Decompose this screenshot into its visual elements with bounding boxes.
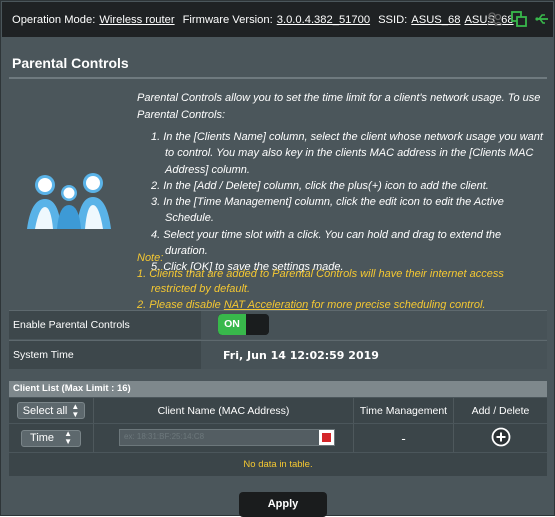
client-dropdown-button[interactable] xyxy=(319,430,334,445)
col-time-management: Time Management xyxy=(354,398,454,423)
col-add-delete: Add / Delete xyxy=(471,404,530,417)
step-1: 1. In the [Clients Name] column, select … xyxy=(151,131,543,176)
note-2-suffix: for more precise scheduling control. xyxy=(308,298,486,311)
client-list-header: Client List (Max Limit : 16) xyxy=(9,381,547,397)
system-time-row: System Time Fri, Jun 14 12:02:59 2019 xyxy=(9,340,547,369)
client-name-placeholder: ex: 18:31:BF:25:14:C8 xyxy=(124,432,205,441)
no-data-row: No data in table. xyxy=(9,453,547,476)
enable-parental-toggle[interactable]: ON xyxy=(218,314,269,335)
router-admin-panel: Operation Mode: Wireless router Firmware… xyxy=(0,0,555,517)
toggle-on-label: ON xyxy=(218,314,246,335)
step-3: 3. In the [Time Management] column, clic… xyxy=(151,196,504,225)
system-time-label: System Time xyxy=(9,341,201,369)
page-title: Parental Controls xyxy=(12,55,129,71)
client-entry-row: Time ▲ ▼ ex: 18:31:BF:25:14:C8 - xyxy=(9,424,547,452)
enable-parental-label: Enable Parental Controls xyxy=(9,311,201,339)
add-client-plus-icon[interactable] xyxy=(491,427,511,450)
toggle-knob xyxy=(246,314,269,335)
ssid-link-1[interactable]: ASUS_68 xyxy=(411,14,460,26)
network-icon[interactable] xyxy=(511,11,527,30)
col-client-name: Client Name (MAC Address) xyxy=(94,398,354,423)
client-list-columns: Select all ▲ ▼ Client Name (MAC Address) … xyxy=(9,398,547,423)
nat-acceleration-link[interactable]: NAT Acceleration xyxy=(224,299,308,311)
note-label: Note: xyxy=(137,252,164,264)
updown-caret-icon: ▲ ▼ xyxy=(64,429,72,446)
status-bar: Operation Mode: Wireless router Firmware… xyxy=(2,2,553,37)
system-time-value: Fri, Jun 14 12:02:59 2019 xyxy=(223,348,379,362)
no-data-text: No data in table. xyxy=(243,459,313,470)
title-divider xyxy=(9,77,547,79)
usb-icon[interactable] xyxy=(535,12,549,29)
step-2: 2. In the [Add / Delete] column, click t… xyxy=(151,179,489,192)
operation-mode-link[interactable]: Wireless router xyxy=(99,14,174,26)
enable-parental-row: Enable Parental Controls xyxy=(9,310,547,339)
note-1: 1. Clients that are added to Parental Co… xyxy=(137,267,504,296)
select-all-label: Select all xyxy=(22,404,68,417)
intro-text: Parental Controls allow you to set the t… xyxy=(137,92,541,121)
users-icon[interactable] xyxy=(486,12,503,29)
firmware-label: Firmware Version: xyxy=(182,13,273,26)
time-dropdown[interactable]: Time ▲ ▼ xyxy=(21,429,81,447)
note-block: Note: 1. Clients that are added to Paren… xyxy=(137,251,542,313)
updown-caret-icon: ▲ ▼ xyxy=(71,401,80,419)
note-2-prefix: 2. Please disable xyxy=(137,298,224,311)
firmware-link[interactable]: 3.0.0.4.382_51700 xyxy=(277,14,370,26)
time-dropdown-label: Time xyxy=(30,432,55,444)
operation-mode-label: Operation Mode: xyxy=(12,13,96,26)
ssid-label: SSID: xyxy=(378,13,408,26)
select-all-dropdown[interactable]: Select all ▲ ▼ xyxy=(16,401,86,419)
client-name-input[interactable]: ex: 18:31:BF:25:14:C8 xyxy=(119,429,335,446)
family-illustration xyxy=(23,171,115,231)
apply-button[interactable]: Apply xyxy=(239,492,327,517)
time-management-dash: - xyxy=(354,424,454,452)
